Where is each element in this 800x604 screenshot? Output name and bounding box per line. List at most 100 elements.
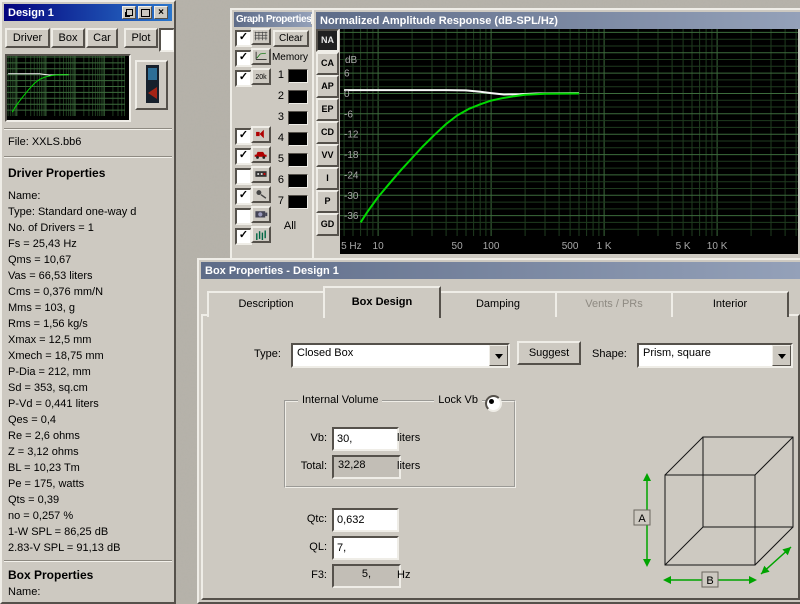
tab-interior[interactable]: Interior	[671, 291, 789, 317]
svg-text:5 Hz: 5 Hz	[341, 241, 362, 252]
svg-text:-18: -18	[344, 150, 359, 161]
memory-slot-display[interactable]	[288, 195, 308, 209]
box-shape-dropdown[interactable]: Prism, square	[637, 343, 793, 368]
type-label: Type:	[254, 348, 281, 360]
curve-icon-button[interactable]	[251, 166, 271, 183]
grid-icon	[254, 30, 268, 42]
box-type-value: Closed Box	[297, 347, 353, 359]
file-label: File: XXLS.bb6	[8, 136, 81, 148]
design-window-titlebar[interactable]: Design 1 ×	[4, 4, 172, 21]
dimension-a-label: A	[638, 513, 646, 525]
curve-icon-button[interactable]	[251, 28, 271, 45]
f3-unit: Hz	[397, 569, 410, 581]
f3-label: F3:	[277, 569, 327, 581]
curve-icon-button[interactable]	[251, 226, 271, 243]
curve-checkbox-mic[interactable]: ✓	[235, 188, 252, 205]
vb-input[interactable]	[332, 427, 399, 451]
lock-vb-label: Lock Vb	[434, 394, 482, 406]
curve-checkbox-speaker[interactable]: ✓	[235, 128, 252, 145]
curve-icon-button[interactable]	[251, 48, 271, 65]
driver-property-line: Vas = 66,53 liters	[2, 268, 170, 284]
car-tab-button[interactable]: Car	[86, 28, 118, 48]
curve-checkbox-car[interactable]: ✓	[235, 148, 252, 165]
curve-checkbox-camera[interactable]	[235, 208, 252, 225]
tab-description[interactable]: Description	[207, 291, 325, 317]
driver-property-line: Re = 2,6 ohms	[2, 428, 170, 444]
memory-slot-display[interactable]	[288, 90, 308, 104]
memory-all-label: All	[271, 220, 309, 232]
memory-slot-display[interactable]	[288, 111, 308, 125]
graph-tab-i[interactable]: I	[316, 167, 339, 190]
box-window-title: Box Properties - Design 1	[205, 265, 339, 277]
restore-button[interactable]	[122, 6, 136, 19]
svg-text:500: 500	[562, 241, 579, 252]
memory-slot-display[interactable]	[288, 132, 308, 146]
graph-tab-vv[interactable]: VV	[316, 144, 339, 167]
qtc-input[interactable]	[332, 508, 399, 532]
driver-property-line: no = 0,257 %	[2, 508, 170, 524]
graph-tab-ca[interactable]: CA	[316, 52, 339, 75]
graph-tab-ap[interactable]: AP	[316, 75, 339, 98]
shape-label: Shape:	[592, 348, 627, 360]
tab-damping[interactable]: Damping	[439, 291, 557, 317]
ql-input[interactable]	[332, 536, 399, 560]
total-value: 32,28	[332, 455, 401, 479]
driver-tab-button[interactable]: Driver	[5, 28, 50, 48]
close-icon: ×	[158, 8, 164, 18]
tab-box-design[interactable]: Box Design	[323, 286, 441, 318]
cube-wireframe	[665, 437, 793, 565]
curve-icon-button[interactable]	[251, 146, 271, 163]
lock-vb-radio[interactable]	[485, 395, 502, 412]
memory-slot-display[interactable]	[288, 153, 308, 167]
graph-properties-panel: Graph Properties × Clear Memory All ✓✓✓2…	[230, 8, 316, 260]
graph-tab-na[interactable]: NA	[316, 29, 339, 52]
maximize-button[interactable]	[138, 6, 152, 19]
curve-checkbox-20k[interactable]: ✓	[235, 70, 252, 87]
graph-properties-titlebar[interactable]: Graph Properties ×	[234, 12, 312, 27]
driver-property-line: No. of Drivers = 1	[2, 220, 170, 236]
curve-icon-button[interactable]	[251, 206, 271, 223]
graph-tab-p[interactable]: P	[316, 190, 339, 213]
shape-dropdown-button[interactable]	[772, 345, 791, 366]
svg-text:10 K: 10 K	[707, 241, 728, 252]
graph-window-titlebar[interactable]: Normalized Amplitude Response (dB-SPL/Hz…	[316, 12, 800, 29]
plot-thumbnail[interactable]	[5, 54, 131, 122]
svg-text:5 K: 5 K	[676, 241, 691, 252]
clear-button[interactable]: Clear	[273, 30, 309, 47]
box-type-dropdown[interactable]: Closed Box	[291, 343, 510, 368]
internal-volume-legend: Internal Volume	[298, 394, 382, 406]
graph-tab-cd[interactable]: CD	[316, 121, 339, 144]
radio-dot	[489, 399, 494, 404]
graph-tab-ep[interactable]: EP	[316, 98, 339, 121]
curve-icon-button[interactable]	[251, 126, 271, 143]
driver-property-line: P-Vd = 0,441 liters	[2, 396, 170, 412]
memory-slot-number: 3	[274, 111, 284, 123]
memory-slot-number: 5	[274, 153, 284, 165]
box-tab-button[interactable]: Box	[51, 28, 85, 48]
memory-slot-number: 1	[274, 69, 284, 81]
plot-tab-button[interactable]: Plot	[124, 28, 158, 48]
memory-slot-display[interactable]	[288, 69, 308, 83]
curve-checkbox-amp[interactable]	[235, 168, 252, 185]
curve-checkbox-scale[interactable]: ✓	[235, 50, 252, 67]
curve-icon-button[interactable]	[251, 186, 271, 203]
curve-checkbox-grid[interactable]: ✓	[235, 30, 252, 47]
curve-icon-button[interactable]: 20k	[251, 68, 271, 85]
graph-window-title: Normalized Amplitude Response (dB-SPL/Hz…	[320, 15, 558, 27]
amplitude-response-plot: dB60-6-12-18-24-30-365 Hz10501005001 K5 …	[340, 29, 798, 254]
plot-color-swatch[interactable]	[159, 28, 175, 52]
curve-checkbox-eq[interactable]: ✓	[235, 228, 252, 245]
type-dropdown-button[interactable]	[489, 345, 508, 366]
camera-icon	[254, 208, 268, 220]
suggest-button[interactable]: Suggest	[517, 341, 581, 365]
design-preview-button[interactable]	[135, 60, 168, 110]
svg-text:50: 50	[452, 241, 464, 252]
window-buttons: ×	[122, 6, 168, 19]
memory-slot-number: 6	[274, 174, 284, 186]
graph-tab-gd[interactable]: GD	[316, 213, 339, 236]
driver-property-line: Qts = 0,39	[2, 492, 170, 508]
memory-slot-display[interactable]	[288, 174, 308, 188]
svg-text:-24: -24	[344, 170, 359, 181]
box-window-titlebar[interactable]: Box Properties - Design 1	[201, 262, 800, 279]
close-button[interactable]: ×	[154, 6, 168, 19]
